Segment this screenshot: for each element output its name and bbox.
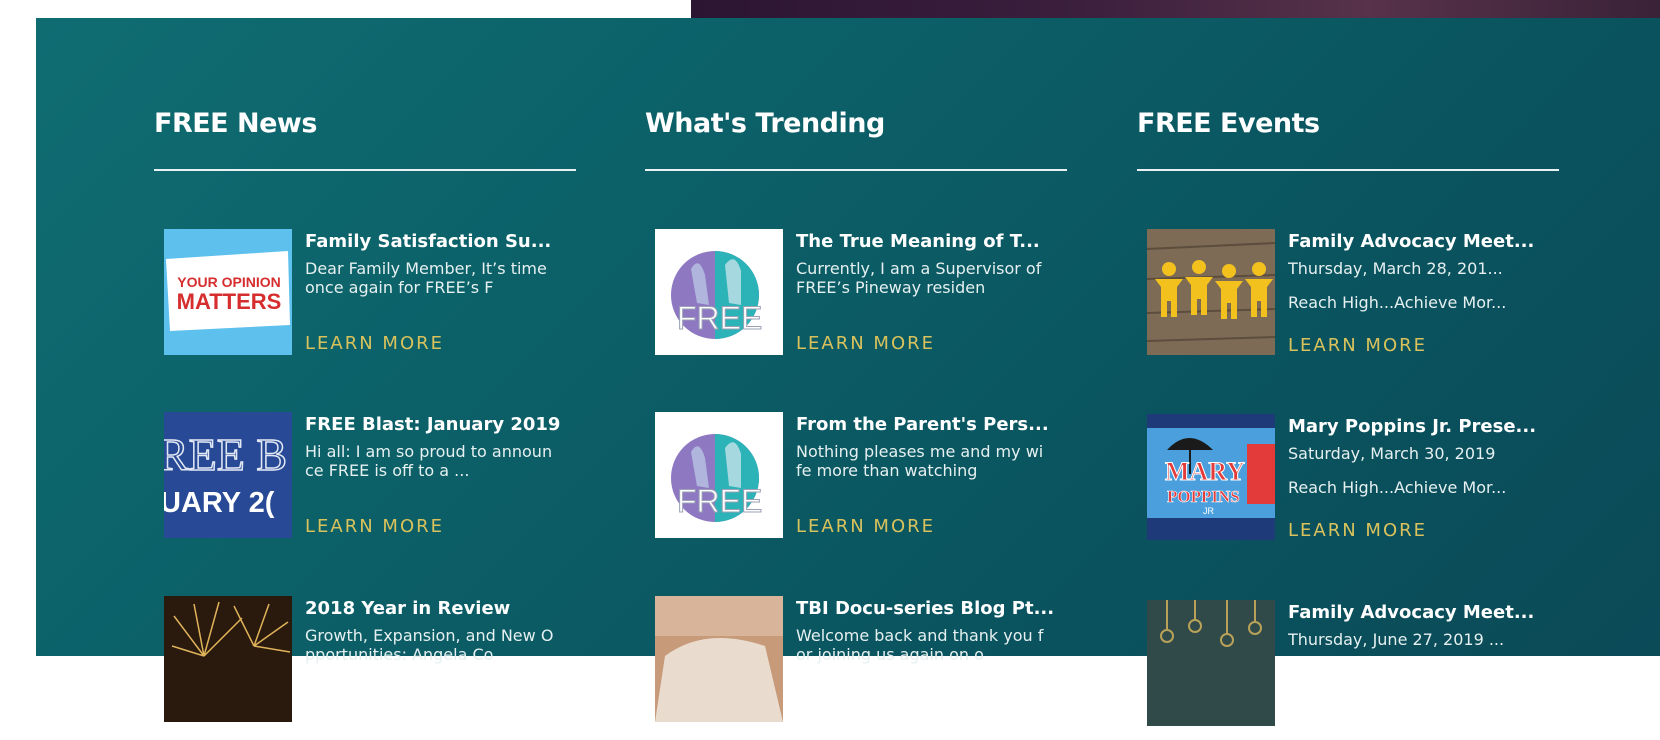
item-title[interactable]: TBI Docu-series Blog Pt...	[796, 598, 1056, 619]
item-excerpt: Growth, Expansion, and New Opportunities…	[305, 626, 554, 664]
photo-thumbnail[interactable]	[655, 596, 783, 722]
featured-content-panel: FREE News YOUR OPINION MATTERS Family Sa…	[36, 18, 1660, 726]
event-tagline: Reach High...Achieve Mor...	[1288, 478, 1507, 497]
free-events-heading: FREE Events	[1137, 108, 1320, 139]
item-title[interactable]: FREE Blast: January 2019	[305, 414, 565, 435]
whats-trending-heading: What's Trending	[645, 108, 885, 139]
free-blast-thumbnail[interactable]: REE B UARY 2(	[164, 412, 292, 538]
free-news-heading: FREE News	[154, 108, 317, 139]
item-excerpt: Hi all: I am so proud to announce FREE i…	[305, 442, 553, 480]
your-opinion-text: YOUR OPINION	[177, 274, 280, 290]
event-tagline: Reach High...Achieve Mor...	[1288, 293, 1507, 312]
learn-more-link[interactable]: LEARN MORE	[305, 333, 444, 354]
trending-item: TBI Docu-series Blog Pt... Welcome back …	[655, 596, 1067, 736]
event-date: Thursday, June 27, 2019 ...	[1288, 630, 1505, 649]
news-item: 2018 Year in Review Growth, Expansion, a…	[164, 596, 576, 736]
item-excerpt: Currently, I am a Supervisor of FREE’s P…	[796, 259, 1042, 297]
paper-people-chain-thumbnail[interactable]	[1147, 229, 1275, 355]
free-events-divider	[1137, 169, 1559, 171]
free-outline-text: REE B	[164, 429, 287, 480]
event-item: MARY POPPINS JR Mary Poppins Jr. Prese..…	[1147, 414, 1559, 554]
fireworks-thumbnail[interactable]	[164, 596, 292, 722]
free-logo-text: FREE	[677, 483, 762, 519]
mary-poppins-poster-thumbnail[interactable]: MARY POPPINS JR	[1147, 414, 1275, 540]
jr-text: JR	[1203, 506, 1215, 516]
your-opinion-matters-thumbnail[interactable]: YOUR OPINION MATTERS	[164, 229, 292, 355]
free-logo-text: FREE	[677, 300, 762, 336]
trending-item: FREE The True Meaning of T... Currently,…	[655, 229, 1067, 369]
mary-text: MARY	[1165, 457, 1245, 486]
item-title[interactable]: From the Parent's Pers...	[796, 414, 1056, 435]
whats-trending-column: What's Trending FREE The True Meaning of…	[645, 18, 1067, 722]
free-logo-thumbnail[interactable]: FREE	[655, 229, 783, 355]
learn-more-link[interactable]: LEARN MORE	[796, 333, 935, 354]
event-title[interactable]: Family Advocacy Meet...	[1288, 602, 1548, 623]
learn-more-link[interactable]: LEARN MORE	[1288, 335, 1427, 356]
free-news-column: FREE News YOUR OPINION MATTERS Family Sa…	[154, 18, 576, 722]
news-item: REE B UARY 2( FREE Blast: January 2019 H…	[164, 412, 576, 552]
free-news-divider	[154, 169, 576, 171]
item-title[interactable]: 2018 Year in Review	[305, 598, 565, 619]
event-title[interactable]: Mary Poppins Jr. Prese...	[1288, 416, 1548, 437]
item-title[interactable]: The True Meaning of T...	[796, 231, 1056, 252]
event-date: Thursday, March 28, 201...	[1288, 259, 1503, 278]
hanging-keys-thumbnail[interactable]	[1147, 600, 1275, 726]
matters-text: MATTERS	[177, 289, 282, 314]
hero-image-strip	[691, 0, 1660, 18]
top-white-strip	[0, 0, 691, 18]
news-item: YOUR OPINION MATTERS Family Satisfaction…	[164, 229, 576, 369]
trending-item: FREE From the Parent's Pers... Nothing p…	[655, 412, 1067, 552]
event-date: Saturday, March 30, 2019	[1288, 444, 1496, 463]
item-title[interactable]: Family Satisfaction Su...	[305, 231, 565, 252]
january-text: UARY 2(	[164, 487, 275, 519]
learn-more-link[interactable]: LEARN MORE	[305, 516, 444, 537]
item-excerpt: Welcome back and thank you for joining u…	[796, 626, 1044, 664]
learn-more-link[interactable]: LEARN MORE	[796, 516, 935, 537]
event-item: Family Advocacy Meet... Thursday, June 2…	[1147, 600, 1559, 740]
learn-more-link[interactable]: LEARN MORE	[1288, 520, 1427, 541]
poppins-text: POPPINS	[1167, 487, 1240, 506]
item-excerpt: Nothing pleases me and my wife more than…	[796, 442, 1044, 480]
free-logo-thumbnail[interactable]: FREE	[655, 412, 783, 538]
whats-trending-divider	[645, 169, 1067, 171]
item-excerpt: Dear Family Member, It’s time once again…	[305, 259, 547, 297]
event-title[interactable]: Family Advocacy Meet...	[1288, 231, 1548, 252]
event-item: Family Advocacy Meet... Thursday, March …	[1147, 229, 1559, 369]
free-events-column: FREE Events Family Advocacy Meet... Thur…	[1137, 18, 1559, 726]
